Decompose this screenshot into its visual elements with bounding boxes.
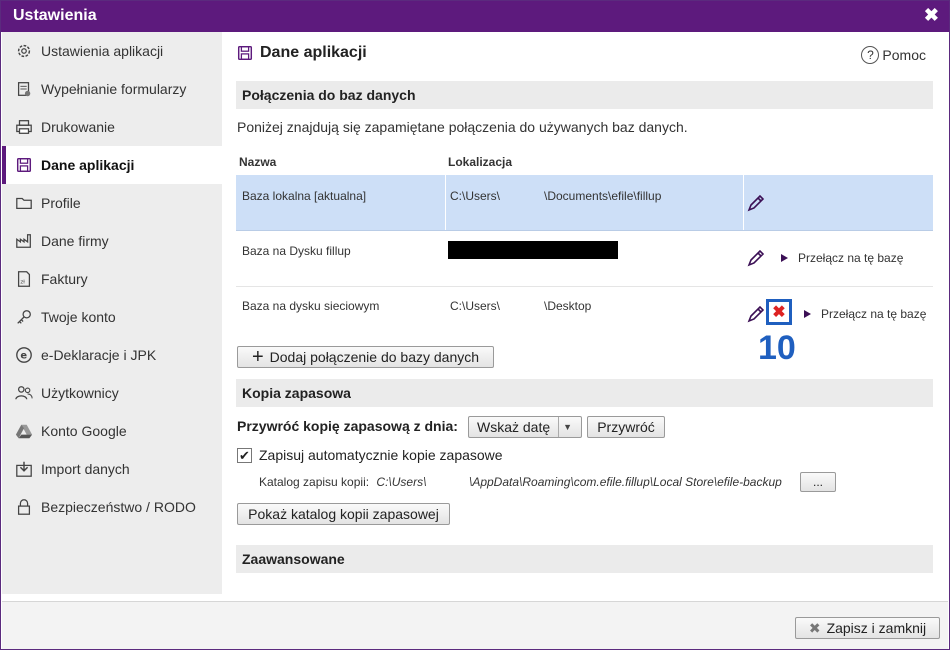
table-row[interactable]: Baza na dysku sieciowym C:\Users\ \Deskt… — [236, 287, 933, 343]
restore-button[interactable]: Przywróć — [587, 416, 665, 438]
redacted-location — [448, 241, 618, 259]
sidebar-item-company-data[interactable]: Dane firmy — [2, 222, 222, 260]
table-row[interactable]: Baza na Dysku fillup Przełącz na tę bazę — [236, 231, 933, 287]
lock-icon — [14, 497, 34, 517]
sidebar: Ustawienia aplikacji Wypełnianie formula… — [2, 32, 222, 594]
sidebar-item-label: Konto Google — [41, 423, 127, 439]
svg-text:zł: zł — [20, 280, 25, 286]
sidebar-item-label: Dane aplikacji — [41, 157, 135, 173]
close-icon[interactable]: ✖ — [924, 5, 939, 26]
invoice-icon: zł — [14, 269, 34, 289]
title-bar: Ustawienia ✖ — [1, 1, 949, 32]
switch-database-link[interactable]: Przełącz na tę bazę — [804, 307, 926, 321]
annotation-number: 10 — [758, 329, 796, 367]
printer-icon — [14, 117, 34, 137]
sidebar-item-forms[interactable]: Wypełnianie formularzy — [2, 70, 222, 108]
save-close-button[interactable]: ✖ Zapisz i zamknij — [795, 617, 940, 639]
date-select[interactable]: Wskaż datę ▼ — [468, 416, 582, 438]
sidebar-item-label: e-Deklaracje i JPK — [41, 347, 157, 363]
floppy-icon — [14, 155, 34, 175]
show-backup-folder-button[interactable]: Pokaż katalog kopii zapasowej — [237, 503, 450, 525]
table-row[interactable]: Baza lokalna [aktualna] C:\Users\ \Docum… — [236, 175, 933, 231]
sidebar-item-label: Dane firmy — [41, 233, 109, 249]
backup-catalog-row: Katalog zapisu kopii: C:\Users\ — [259, 475, 426, 489]
sidebar-item-invoices[interactable]: zł Faktury — [2, 260, 222, 298]
row-name: Baza na dysku sieciowym — [242, 299, 380, 313]
switch-database-link[interactable]: Przełącz na tę bazę — [781, 251, 903, 265]
sidebar-item-label: Bezpieczeństwo / RODO — [41, 499, 196, 515]
gear-icon — [14, 41, 34, 61]
catalog-label: Katalog zapisu kopii: — [259, 475, 370, 489]
sidebar-item-app-settings[interactable]: Ustawienia aplikacji — [2, 32, 222, 70]
svg-text:e: e — [20, 351, 27, 362]
sidebar-item-label: Profile — [41, 195, 81, 211]
row-location-end: \Desktop — [544, 299, 592, 313]
edit-pencil-icon[interactable] — [746, 248, 766, 268]
auto-backup-checkbox[interactable]: ✔ — [237, 448, 252, 463]
sidebar-item-account[interactable]: Twoje konto — [2, 298, 222, 336]
close-icon: ✖ — [808, 619, 821, 636]
auto-backup-label: Zapisuj automatycznie kopie zapasowe — [259, 447, 503, 463]
sidebar-item-label: Twoje konto — [41, 309, 116, 325]
connections-heading: Połączenia do baz danych — [236, 81, 933, 109]
sidebar-item-users[interactable]: Użytkownicy — [2, 374, 222, 412]
catalog-path-end: \AppData\Roaming\com.efile.fillup\Local … — [469, 475, 782, 489]
sidebar-item-e-declarations[interactable]: e e-Deklaracje i JPK — [2, 336, 222, 374]
e-icon: e — [14, 345, 34, 365]
drive-icon — [14, 421, 34, 441]
backup-heading: Kopia zapasowa — [236, 379, 933, 407]
row-location-end: \Documents\efile\fillup — [544, 189, 662, 203]
connections-description: Poniżej znajdują się zapamiętane połącze… — [237, 119, 688, 135]
main-panel: Dane aplikacji ? Pomoc Połączenia do baz… — [222, 32, 948, 594]
settings-window: Ustawienia ✖ Ustawienia aplikacji Wypełn… — [0, 0, 950, 650]
sidebar-item-security[interactable]: Bezpieczeństwo / RODO — [2, 488, 222, 526]
import-icon — [14, 459, 34, 479]
sidebar-item-label: Import danych — [41, 461, 130, 477]
browse-button[interactable]: ... — [800, 472, 836, 492]
row-location-start: C:\Users\ — [450, 299, 501, 313]
edit-pencil-icon[interactable] — [746, 304, 766, 324]
footer: ✖ Zapisz i zamknij — [2, 601, 948, 649]
help-link[interactable]: ? Pomoc — [861, 46, 926, 64]
form-icon — [14, 79, 34, 99]
edit-pencil-icon[interactable] — [746, 193, 766, 213]
sidebar-item-label: Drukowanie — [41, 119, 115, 135]
sidebar-item-app-data[interactable]: Dane aplikacji — [2, 146, 222, 184]
users-icon — [14, 383, 34, 403]
play-icon — [781, 254, 788, 262]
window-title: Ustawienia — [13, 7, 97, 24]
column-header-location: Lokalizacja — [448, 155, 513, 169]
row-name: Baza lokalna [aktualna] — [242, 189, 367, 203]
sidebar-item-label: Faktury — [41, 271, 88, 287]
column-header-name: Nazwa — [239, 155, 277, 169]
sidebar-item-label: Wypełnianie formularzy — [41, 81, 187, 97]
row-location-start: C:\Users\ — [450, 189, 501, 203]
advanced-heading: Zaawansowane — [236, 545, 933, 573]
delete-icon[interactable]: ✖ — [766, 299, 792, 325]
restore-label: Przywróć kopię zapasową z dnia: — [237, 418, 458, 434]
sidebar-item-printing[interactable]: Drukowanie — [2, 108, 222, 146]
sidebar-item-label: Ustawienia aplikacji — [41, 43, 164, 59]
row-name: Baza na Dysku fillup — [242, 244, 351, 258]
catalog-path-start: C:\Users\ — [376, 475, 427, 489]
chevron-down-icon: ▼ — [558, 417, 576, 437]
sidebar-item-import[interactable]: Import danych — [2, 450, 222, 488]
help-icon: ? — [861, 46, 880, 64]
sidebar-item-google[interactable]: Konto Google — [2, 412, 222, 450]
plus-icon: + — [251, 346, 264, 368]
help-label: Pomoc — [882, 47, 926, 63]
add-connection-button[interactable]: + Dodaj połączenie do bazy danych — [237, 346, 494, 368]
key-icon — [14, 307, 34, 327]
folder-icon — [14, 193, 34, 213]
factory-icon — [14, 231, 34, 251]
page-title: Dane aplikacji — [236, 44, 367, 62]
floppy-icon — [236, 44, 260, 62]
sidebar-item-profiles[interactable]: Profile — [2, 184, 222, 222]
page-title-text: Dane aplikacji — [260, 44, 367, 61]
sidebar-item-label: Użytkownicy — [41, 385, 119, 401]
play-icon — [804, 310, 811, 318]
